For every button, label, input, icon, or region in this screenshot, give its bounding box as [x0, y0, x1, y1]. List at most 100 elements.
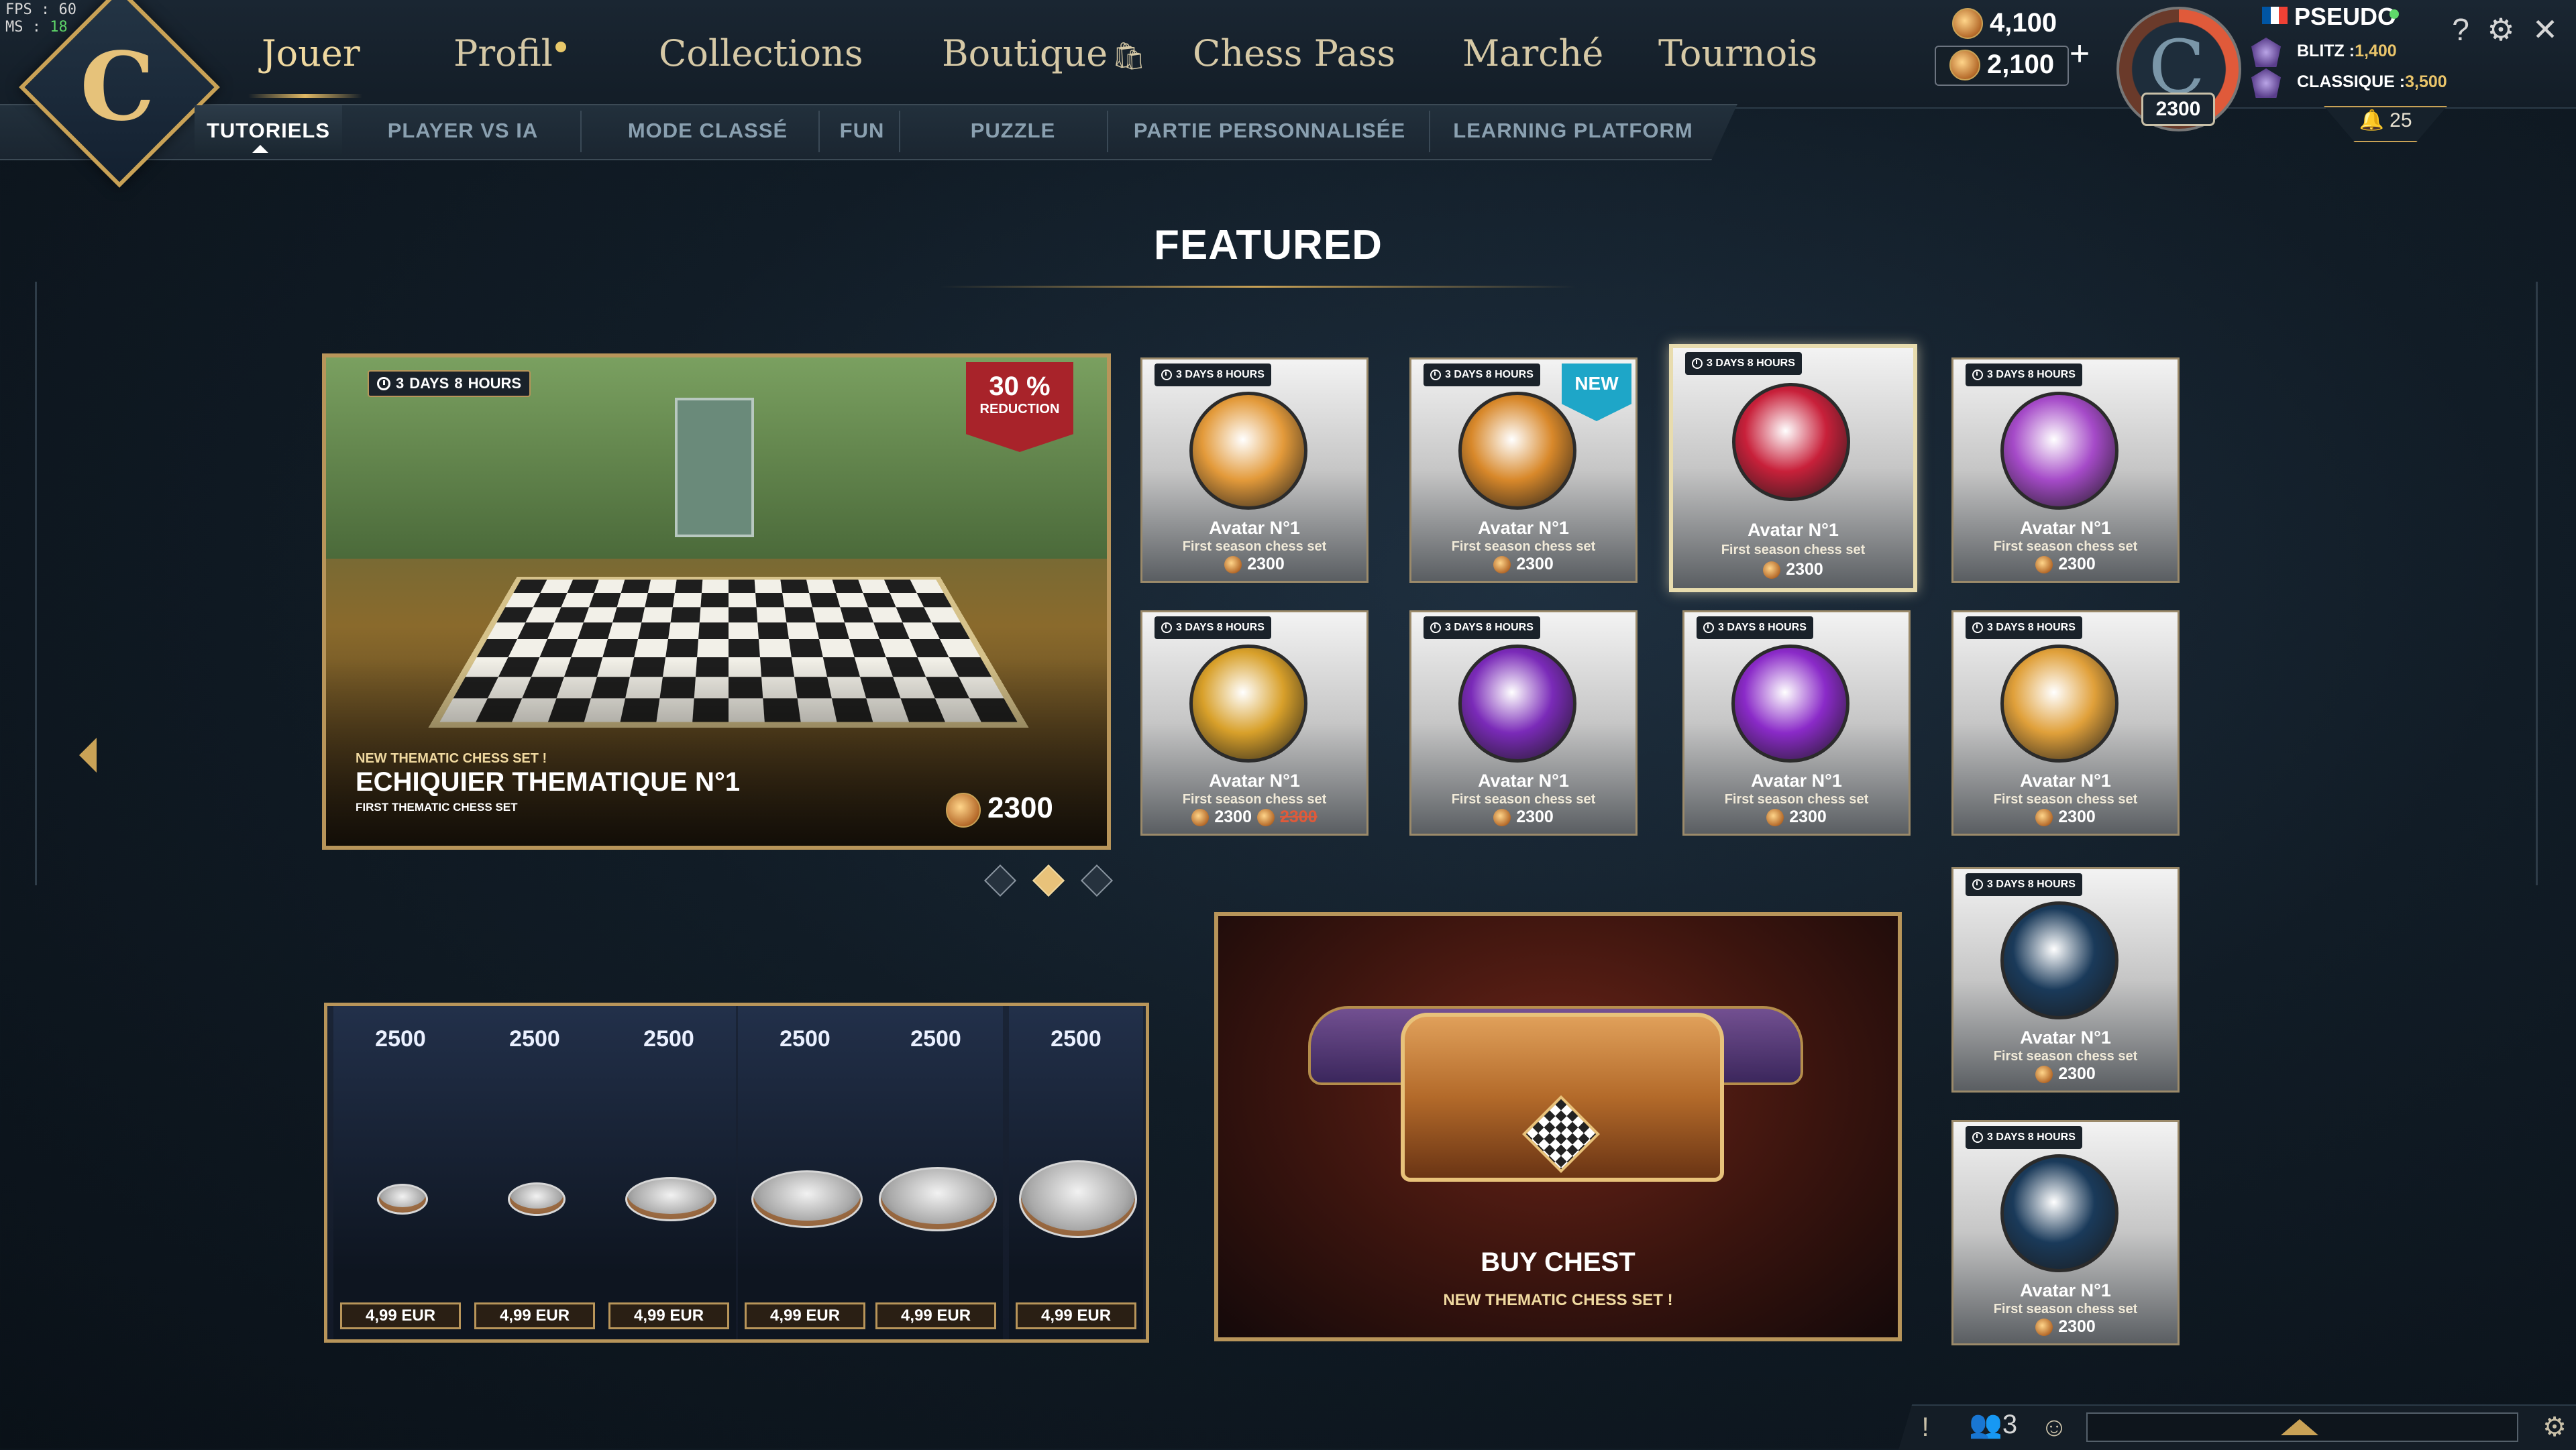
shop-item-card[interactable]: 3 DAYS 8 HOURS Avatar N°1 First season che… — [1669, 344, 1917, 592]
banner-kicker: NEW THEMATIC CHESS SET ! — [356, 751, 547, 766]
nav-tab-jouer[interactable]: Jouer — [262, 27, 360, 80]
carousel-left-arrow-icon[interactable] — [79, 738, 97, 773]
item-timer-text: 3 DAYS 8 HOURS — [1176, 622, 1265, 633]
carousel-dot[interactable] — [983, 864, 1017, 897]
pack-amount: 2500 — [780, 1026, 830, 1052]
gold-coin-icon — [2035, 1318, 2053, 1336]
chat-expand-icon[interactable] — [2281, 1419, 2318, 1435]
subtab-puzzle[interactable]: PUZZLE — [926, 105, 1100, 156]
new-badge: NEW — [1562, 364, 1631, 421]
avatar-orb-icon — [1731, 645, 1849, 763]
pack-price-button[interactable]: 4,99 EUR — [1016, 1302, 1136, 1329]
subtab-divider — [818, 111, 820, 152]
item-description: First season chess set — [1721, 543, 1866, 557]
carousel-dot[interactable] — [1080, 864, 1114, 897]
avatar-orb-icon — [2000, 392, 2118, 510]
shop-item-card[interactable]: 3 DAYS 8 HOURS Avatar N°1 First season che… — [1409, 610, 1638, 836]
nav-tab-chess-pass[interactable]: Chess Pass — [1193, 27, 1395, 80]
pack-price-button[interactable]: 4,99 EUR — [340, 1302, 461, 1329]
pack-price-button[interactable]: 4,99 EUR — [474, 1302, 595, 1329]
classique-rating: CLASSIQUE :3,500 — [2297, 72, 2447, 92]
item-description: First season chess set — [1993, 1302, 2138, 1317]
shop-item-card[interactable]: 3 DAYS 8 HOURS Avatar N°1 First season che… — [1951, 357, 2180, 583]
close-icon[interactable]: ✕ — [2528, 12, 2563, 47]
add-currency-icon[interactable]: + — [2065, 36, 2094, 71]
item-name: Avatar N°1 — [2020, 771, 2111, 791]
item-timer-text: 3 DAYS 8 HOURS — [1445, 369, 1534, 380]
nav-active-indicator — [248, 94, 362, 98]
reduction-label: REDUCTION — [979, 402, 1060, 416]
item-name: Avatar N°1 — [1209, 771, 1300, 791]
notifications-tab[interactable]: 🔔 25 — [2324, 106, 2447, 142]
featured-divider — [939, 286, 1576, 288]
alert-icon[interactable]: ! — [1909, 1411, 1941, 1443]
shop-item-card[interactable]: 3 DAYS 8 HOURS Avatar N°1 First season che… — [1951, 867, 2180, 1093]
subtab-partie-personnalisee[interactable]: PARTIE PERSONNALISÉE — [1117, 105, 1422, 156]
subtab-player-vs-ia[interactable]: PLAYER VS IA — [362, 105, 564, 156]
pack-price-button[interactable]: 4,99 EUR — [875, 1302, 996, 1329]
chat-settings-icon[interactable]: ⚙ — [2538, 1411, 2571, 1443]
subtab-fun[interactable]: FUN — [832, 105, 892, 156]
item-timer-text: 3 DAYS 8 HOURS — [1987, 622, 2076, 633]
gold-coin-icon — [1766, 808, 1784, 826]
item-timer: 3 DAYS 8 HOURS — [1155, 364, 1271, 386]
nav-tab-profil[interactable]: Profil — [453, 27, 566, 80]
subtab-divider — [899, 111, 900, 152]
debug-stats: FPS : 60 MS : 18 — [5, 1, 76, 36]
banner-timer: 3 DAYS 8 HOURS — [368, 370, 531, 397]
gold-coin-icon — [1257, 808, 1275, 826]
gold-coin-icon — [2035, 808, 2053, 826]
item-price: 2300 — [1142, 555, 1366, 574]
item-price-value: 2300 — [1214, 807, 1252, 826]
banner-throne — [675, 398, 754, 537]
item-price-value: 2300 — [2058, 807, 2096, 826]
banner-price: 2300 — [987, 791, 1053, 824]
pack-price-button[interactable]: 4,99 EUR — [745, 1302, 865, 1329]
currency-pack[interactable] — [333, 1006, 468, 1339]
item-price-value: 2300 — [1516, 555, 1554, 573]
nav-tab-collections[interactable]: Collections — [659, 27, 863, 80]
nav-tab-profil-label: Profil — [453, 32, 553, 74]
shop-item-card[interactable]: 3 DAYS 8 HOURS Avatar N°1 First season che… — [1140, 357, 1368, 583]
item-price-value: 2300 — [1789, 807, 1827, 826]
nav-tab-boutique-label: Boutique — [942, 32, 1108, 74]
item-price: 2300 — [1953, 555, 2178, 574]
ms-value: 18 — [50, 19, 68, 36]
help-icon[interactable]: ? — [2443, 12, 2478, 47]
item-old-price: 2300 — [1280, 807, 1318, 826]
item-name: Avatar N°1 — [2020, 1027, 2111, 1048]
emote-icon[interactable]: ☺ — [2038, 1411, 2070, 1443]
item-price: 2300 — [1953, 807, 2178, 827]
currency-pack[interactable] — [468, 1006, 602, 1339]
shop-item-card[interactable]: 3 DAYS 8 HOURS Avatar N°1 First season che… — [1951, 610, 2180, 836]
nav-tab-marche[interactable]: Marché — [1462, 27, 1603, 80]
nav-tab-boutique[interactable]: Boutique 🛍 — [942, 27, 1146, 80]
item-price-value: 2300 — [1786, 560, 1823, 579]
settings-gear-icon[interactable]: ⚙ — [2483, 12, 2518, 47]
nav-tab-tournois[interactable]: Tournois — [1658, 27, 1817, 80]
item-description: First season chess set — [1993, 1049, 2138, 1064]
pack-amount: 2500 — [910, 1026, 961, 1052]
shop-item-card[interactable]: 3 DAYS 8 HOURS NEW Avatar N°1 First season … — [1409, 357, 1638, 583]
pack-price-button[interactable]: 4,99 EUR — [608, 1302, 729, 1329]
clock-icon — [1972, 879, 1983, 890]
gold-coin-icon — [1949, 50, 1980, 80]
subtab-active-caret — [252, 145, 268, 153]
shop-item-card[interactable]: 3 DAYS 8 HOURS Avatar N°1 First season che… — [1951, 1120, 2180, 1345]
friends-button[interactable]: 👥3 — [1969, 1408, 2017, 1440]
chest-subtitle: NEW THEMATIC CHESS SET ! — [1443, 1291, 1673, 1309]
fps-label: FPS : — [5, 1, 50, 18]
chess-coin-icon — [1952, 8, 1983, 39]
currency-pack[interactable] — [602, 1006, 736, 1339]
subtab-learning-platform[interactable]: LEARNING PLATFORM — [1436, 105, 1711, 156]
carousel-dot-active[interactable] — [1032, 864, 1065, 897]
gold-coin-icon — [1191, 808, 1210, 826]
subtab-mode-classe[interactable]: MODE CLASSÉ — [604, 105, 812, 156]
shop-item-card[interactable]: 3 DAYS 8 HOURS Avatar N°1 First season che… — [1140, 610, 1368, 836]
shop-item-card[interactable]: 3 DAYS 8 HOURS Avatar N°1 First season che… — [1682, 610, 1911, 836]
avatar-orb-icon — [1732, 383, 1850, 501]
pack-amount: 2500 — [509, 1026, 560, 1052]
item-timer: 3 DAYS 8 HOURS — [1966, 1126, 2082, 1149]
subtab-tutoriels[interactable]: TUTORIELS — [195, 105, 342, 156]
currency-secondary: 2,100 — [1987, 50, 2055, 79]
